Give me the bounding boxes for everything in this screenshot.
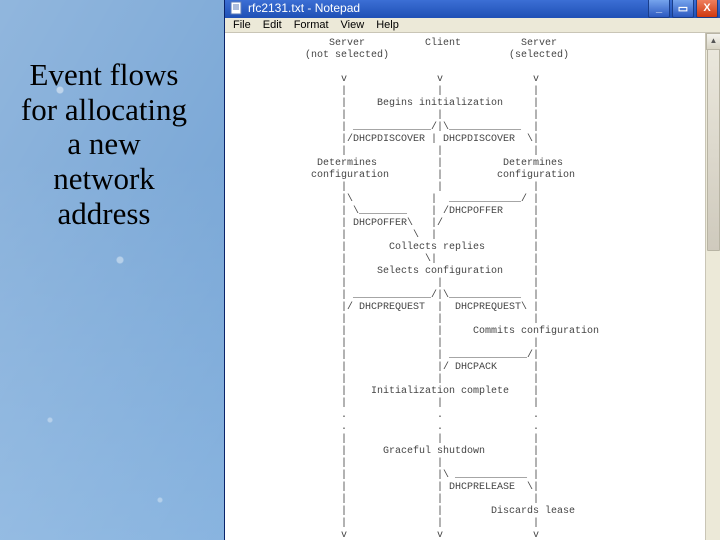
scroll-up-button[interactable]: ▲ (706, 33, 720, 50)
minimize-button[interactable]: _ (648, 0, 670, 18)
client-area: Server Client Server (not selected) (sel… (225, 33, 720, 540)
maximize-button[interactable]: ▭ (672, 0, 694, 18)
notepad-icon (229, 1, 243, 15)
menu-help[interactable]: Help (370, 18, 405, 32)
slide-root: Event flows for allocating a new network… (0, 0, 720, 540)
notepad-window: rfc2131.txt - Notepad _ ▭ X File Edit Fo… (224, 0, 720, 540)
slide-caption: Event flows for allocating a new network… (14, 58, 194, 232)
menu-file[interactable]: File (227, 18, 257, 32)
menu-view[interactable]: View (335, 18, 371, 32)
vertical-scrollbar[interactable]: ▲ ▼ (705, 33, 720, 540)
menu-edit[interactable]: Edit (257, 18, 288, 32)
scroll-thumb[interactable] (707, 49, 720, 251)
document-text[interactable]: Server Client Server (not selected) (sel… (225, 33, 705, 540)
close-button[interactable]: X (696, 0, 718, 18)
window-title: rfc2131.txt - Notepad (248, 1, 648, 15)
menu-bar: File Edit Format View Help (225, 18, 720, 33)
menu-format[interactable]: Format (288, 18, 335, 32)
window-buttons: _ ▭ X (648, 0, 718, 18)
titlebar[interactable]: rfc2131.txt - Notepad _ ▭ X (225, 0, 720, 18)
